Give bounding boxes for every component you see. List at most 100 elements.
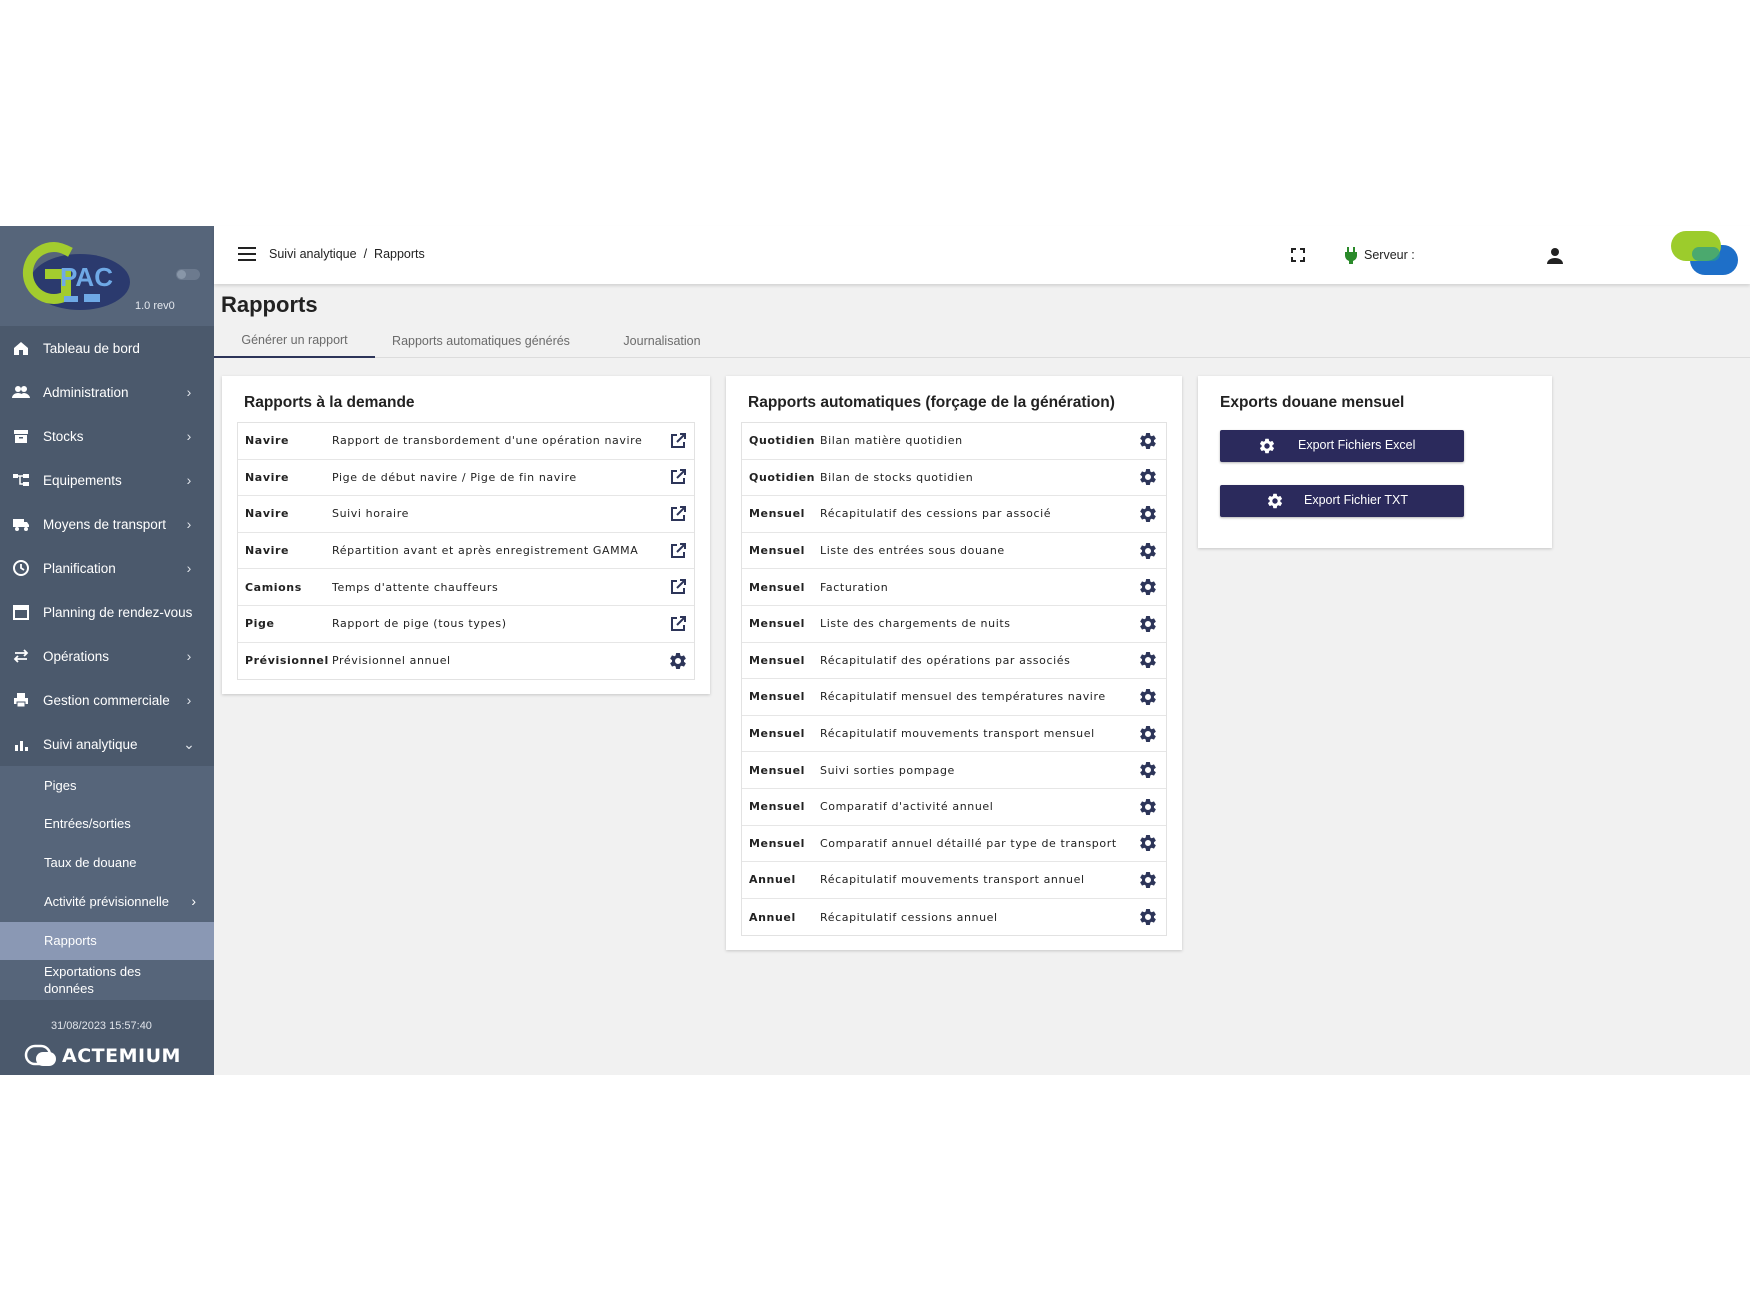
- sidebar-item-stocks[interactable]: Stocks ›: [0, 414, 214, 458]
- gear-icon[interactable]: [1138, 797, 1158, 817]
- sidebar-item-planning-de-rendez-vous[interactable]: Planning de rendez-vous: [0, 590, 214, 634]
- sidebar-item-planification[interactable]: Planification ›: [0, 546, 214, 590]
- sidebar-submenu: Piges Entrées/sorties Taux de douane Activi…: [0, 766, 214, 1000]
- user-icon[interactable]: [1546, 247, 1564, 265]
- printer-icon: [10, 691, 32, 709]
- footer-brand-name: ACTEMIUM: [62, 1045, 181, 1067]
- gear-icon[interactable]: [1138, 687, 1158, 707]
- export-txt-button[interactable]: Export Fichier TXT: [1220, 485, 1464, 517]
- chevron-right-icon: ›: [191, 893, 196, 909]
- report-category: Mensuel: [749, 653, 806, 667]
- gear-icon[interactable]: [1138, 467, 1158, 487]
- server-label: Serveur :: [1364, 248, 1415, 262]
- page-title: Rapports: [221, 292, 318, 317]
- clock-icon: [10, 559, 32, 577]
- report-category: Mensuel: [749, 544, 806, 558]
- sidebar-subitem-activit-pr-visionnelle[interactable]: Activité prévisionnelle ›: [0, 882, 214, 922]
- sidebar-subitem-rapports[interactable]: Rapports: [0, 921, 214, 960]
- sidebar-subitem-exportations-des-donn-es[interactable]: Exportations des données: [0, 960, 214, 1000]
- sidebar-subitem-label: Exportations des données: [44, 964, 141, 996]
- sidebar-subitem-entr-es-sorties[interactable]: Entrées/sorties: [0, 805, 214, 844]
- report-label: Rapport de pige (tous types): [332, 617, 507, 631]
- report-label: Liste des chargements de nuits: [820, 617, 1011, 631]
- gear-icon[interactable]: [1138, 504, 1158, 524]
- report-label: Récapitulatif cessions annuel: [820, 910, 998, 924]
- open-external-icon[interactable]: [668, 431, 688, 451]
- chevron-right-icon: ›: [186, 560, 192, 576]
- chevron-right-icon: ›: [186, 516, 192, 532]
- actemium-mark-icon: [24, 1044, 56, 1066]
- sidebar-subitem-piges[interactable]: Piges: [0, 766, 214, 805]
- gear-icon[interactable]: [1138, 870, 1158, 890]
- report-category: Pige: [245, 617, 275, 631]
- sidebar-item-administration[interactable]: Administration ›: [0, 370, 214, 414]
- report-row: Mensuel Récapitulatif des cessions par as…: [742, 496, 1166, 533]
- report-row: Navire Répartition avant et après enregis…: [238, 533, 694, 570]
- sidebar-toggle[interactable]: [176, 269, 200, 280]
- report-row: Mensuel Récapitulatif mensuel des tempéra…: [742, 679, 1166, 716]
- report-category: Annuel: [749, 910, 796, 924]
- gpac-logo: PAC: [22, 242, 130, 310]
- export-excel-button[interactable]: Export Fichiers Excel: [1220, 430, 1464, 462]
- gear-icon[interactable]: [1138, 431, 1158, 451]
- sidebar-item-label: Gestion commerciale: [43, 692, 170, 708]
- sidebar-item-equipements[interactable]: Equipements ›: [0, 458, 214, 502]
- sidebar-subitem-taux-de-douane[interactable]: Taux de douane: [0, 843, 214, 882]
- report-row: Mensuel Comparatif annuel détaillé par ty…: [742, 826, 1166, 863]
- report-label: Comparatif d'activité annuel: [820, 800, 994, 814]
- on-demand-table: Navire Rapport de transbordement d'une op…: [237, 422, 695, 681]
- tab-rapports-automatiques[interactable]: Rapports automatiques générés: [375, 324, 587, 358]
- report-row: Navire Pige de début navire / Pige de fin…: [238, 460, 694, 497]
- automatic-reports-card: Rapports automatiques (forçage de la gén…: [726, 376, 1182, 950]
- logo-text: PAC: [60, 262, 113, 292]
- open-external-icon[interactable]: [668, 541, 688, 561]
- report-category: Prévisionnel: [245, 654, 329, 668]
- sidebar-item-op-rations[interactable]: Opérations ›: [0, 634, 214, 678]
- gear-icon[interactable]: [1138, 833, 1158, 853]
- export-txt-label: Export Fichier TXT: [1304, 493, 1408, 507]
- report-category: Mensuel: [749, 690, 806, 704]
- report-category: Quotidien: [749, 470, 816, 484]
- gear-icon[interactable]: [1138, 650, 1158, 670]
- sidebar-item-suivi-analytique[interactable]: Suivi analytique ⌄: [0, 722, 214, 766]
- report-label: Suivi sorties pompage: [820, 763, 955, 777]
- chevron-right-icon: ›: [186, 648, 192, 664]
- export-excel-label: Export Fichiers Excel: [1298, 438, 1416, 452]
- main-content: Suivi analytique / Rapports Serveur : Ra…: [214, 226, 1750, 1075]
- gear-icon[interactable]: [668, 651, 688, 671]
- report-row: Navire Suivi horaire: [238, 496, 694, 533]
- sidebar-subitem-label: Activité prévisionnelle: [44, 894, 170, 909]
- gear-icon[interactable]: [1138, 577, 1158, 597]
- tab-generer-rapport[interactable]: Générer un rapport: [214, 324, 375, 358]
- gear-icon[interactable]: [1138, 724, 1158, 744]
- report-row: Mensuel Récapitulatif des opérations par …: [742, 643, 1166, 680]
- people-icon: [10, 383, 32, 401]
- tree-icon: [10, 471, 32, 489]
- calendar-icon: [10, 603, 32, 621]
- open-external-icon[interactable]: [668, 467, 688, 487]
- open-external-icon[interactable]: [668, 504, 688, 524]
- logo-area: PAC 1.0 rev0: [0, 226, 214, 326]
- chevron-down-icon: ⌄: [183, 735, 195, 752]
- sidebar-subitem-label: Piges: [44, 777, 77, 793]
- sidebar-item-moyens-de-transport[interactable]: Moyens de transport ›: [0, 502, 214, 546]
- sidebar-item-gestion-commerciale[interactable]: Gestion commerciale ›: [0, 678, 214, 722]
- tab-journalisation[interactable]: Journalisation: [587, 324, 737, 358]
- breadcrumb-item-suivi[interactable]: Suivi analytique: [269, 247, 357, 261]
- archive-icon: [10, 427, 32, 445]
- gear-icon[interactable]: [1138, 907, 1158, 927]
- report-category: Mensuel: [749, 507, 806, 521]
- sidebar-item-tableau-de-bord[interactable]: Tableau de bord: [0, 326, 214, 370]
- hamburger-menu-icon[interactable]: [238, 247, 256, 261]
- report-label: Bilan de stocks quotidien: [820, 470, 974, 484]
- gear-icon[interactable]: [1138, 760, 1158, 780]
- open-external-icon[interactable]: [668, 577, 688, 597]
- fullscreen-icon[interactable]: [1290, 247, 1306, 263]
- open-external-icon[interactable]: [668, 614, 688, 634]
- chevron-right-icon: ›: [186, 428, 192, 444]
- gear-icon[interactable]: [1138, 614, 1158, 634]
- sidebar-item-label: Stocks: [43, 428, 84, 444]
- truck-icon: [10, 515, 32, 533]
- gear-icon: [1259, 438, 1275, 454]
- gear-icon[interactable]: [1138, 541, 1158, 561]
